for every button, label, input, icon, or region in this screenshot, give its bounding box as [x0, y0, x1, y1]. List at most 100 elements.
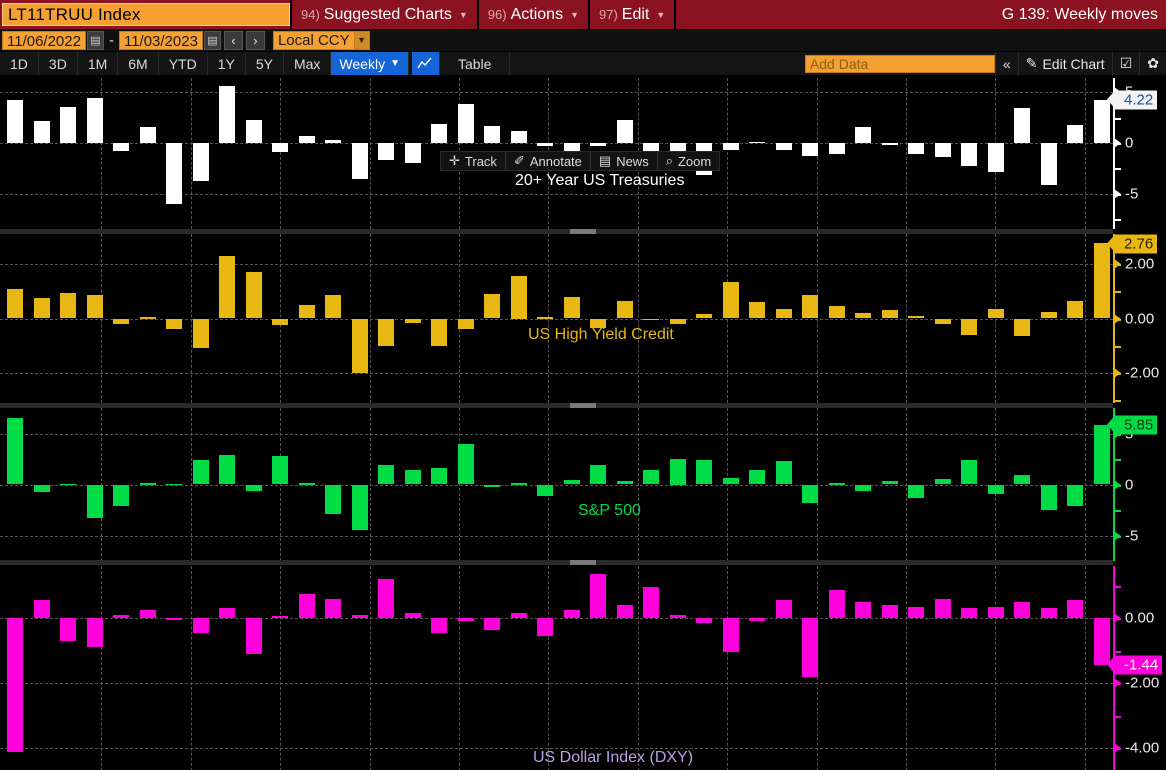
bar[interactable] — [192, 618, 209, 633]
bar[interactable] — [696, 314, 713, 319]
bar[interactable] — [351, 614, 368, 619]
bar[interactable] — [775, 142, 792, 150]
bar[interactable] — [908, 142, 925, 154]
period-ytd[interactable]: YTD — [159, 52, 208, 75]
bar[interactable] — [537, 484, 554, 496]
bar[interactable] — [934, 479, 951, 485]
bar[interactable] — [325, 295, 342, 319]
bar[interactable] — [563, 480, 580, 485]
bar[interactable] — [616, 481, 633, 485]
next-period-button[interactable]: › — [245, 30, 265, 50]
menu-edit[interactable]: 97) Edit ▼ — [587, 0, 674, 29]
period-6m[interactable]: 6M — [118, 52, 159, 75]
bar[interactable] — [1067, 124, 1084, 143]
bar[interactable] — [245, 119, 262, 143]
bar[interactable] — [934, 142, 951, 158]
bar[interactable] — [1014, 318, 1031, 337]
gear-icon[interactable]: ✿ — [1139, 51, 1166, 76]
bar[interactable] — [484, 618, 501, 630]
bar[interactable] — [961, 142, 978, 167]
bar[interactable] — [749, 141, 766, 144]
bar[interactable] — [33, 120, 50, 143]
bar[interactable] — [272, 142, 289, 152]
bar[interactable] — [431, 468, 448, 485]
bar[interactable] — [590, 574, 607, 619]
bar[interactable] — [431, 123, 448, 143]
bar[interactable] — [7, 288, 24, 319]
bar[interactable] — [7, 100, 24, 143]
bar[interactable] — [60, 292, 77, 319]
bar[interactable] — [272, 455, 289, 485]
bar[interactable] — [643, 470, 660, 485]
bar[interactable] — [669, 614, 686, 619]
bar[interactable] — [404, 318, 421, 323]
bar[interactable] — [7, 618, 24, 752]
bar[interactable] — [510, 276, 527, 319]
panel-resize-handle[interactable] — [570, 403, 596, 408]
bar[interactable] — [60, 483, 77, 486]
bar[interactable] — [855, 601, 872, 619]
bar[interactable] — [86, 484, 103, 519]
bar[interactable] — [961, 318, 978, 335]
chart-panel-3[interactable] — [0, 408, 1113, 561]
bar[interactable] — [351, 484, 368, 531]
bar[interactable] — [113, 614, 130, 619]
bar[interactable] — [245, 272, 262, 319]
annotate-icon[interactable]: ☑ — [1111, 51, 1140, 76]
bar[interactable] — [828, 306, 845, 319]
bar[interactable] — [908, 484, 925, 498]
bar[interactable] — [86, 618, 103, 648]
bar[interactable] — [298, 483, 315, 485]
bar[interactable] — [1067, 600, 1084, 619]
bar[interactable] — [457, 618, 474, 622]
bar[interactable] — [563, 609, 580, 619]
bar[interactable] — [272, 616, 289, 619]
frequency-selector[interactable]: Weekly ▼ — [331, 52, 409, 75]
zoom-tool[interactable]: ⌕ Zoom — [658, 152, 720, 170]
period-1m[interactable]: 1M — [78, 52, 119, 75]
bar[interactable] — [722, 618, 739, 653]
bar[interactable] — [60, 107, 77, 143]
bar[interactable] — [749, 470, 766, 485]
panel-resize-handle[interactable] — [570, 229, 596, 234]
bar[interactable] — [616, 605, 633, 619]
track-tool[interactable]: ✛ Track — [441, 152, 506, 170]
bar[interactable] — [33, 298, 50, 319]
bar[interactable] — [802, 484, 819, 503]
bar[interactable] — [934, 318, 951, 324]
bar[interactable] — [192, 142, 209, 182]
bar[interactable] — [1040, 608, 1057, 619]
bar[interactable] — [404, 142, 421, 164]
bar[interactable] — [1014, 475, 1031, 485]
bar[interactable] — [1067, 484, 1084, 506]
bar[interactable] — [696, 618, 713, 623]
bar[interactable] — [987, 484, 1004, 494]
bar[interactable] — [378, 465, 395, 485]
bar[interactable] — [298, 593, 315, 619]
bar[interactable] — [166, 318, 183, 330]
bar[interactable] — [510, 613, 527, 619]
bar[interactable] — [643, 587, 660, 619]
bar[interactable] — [908, 315, 925, 319]
bar[interactable] — [961, 608, 978, 619]
bar[interactable] — [325, 484, 342, 515]
bar[interactable] — [855, 313, 872, 319]
bar[interactable] — [1040, 484, 1057, 510]
bar[interactable] — [298, 135, 315, 143]
table-view-button[interactable]: Table — [440, 52, 511, 75]
news-tool[interactable]: ▤ News — [591, 152, 658, 170]
bar[interactable] — [616, 119, 633, 143]
bar[interactable] — [457, 318, 474, 330]
add-data-input[interactable]: Add Data — [804, 54, 995, 73]
period-max[interactable]: Max — [284, 52, 332, 75]
bar[interactable] — [245, 618, 262, 654]
bar[interactable] — [722, 142, 739, 150]
bar[interactable] — [1093, 243, 1110, 319]
bar[interactable] — [1093, 424, 1110, 485]
prev-period-button[interactable]: ‹ — [223, 30, 243, 50]
bar[interactable] — [166, 142, 183, 204]
bar[interactable] — [775, 308, 792, 319]
bar[interactable] — [828, 590, 845, 619]
annotate-tool[interactable]: ✐ Annotate — [506, 152, 591, 170]
bar[interactable] — [749, 618, 766, 622]
